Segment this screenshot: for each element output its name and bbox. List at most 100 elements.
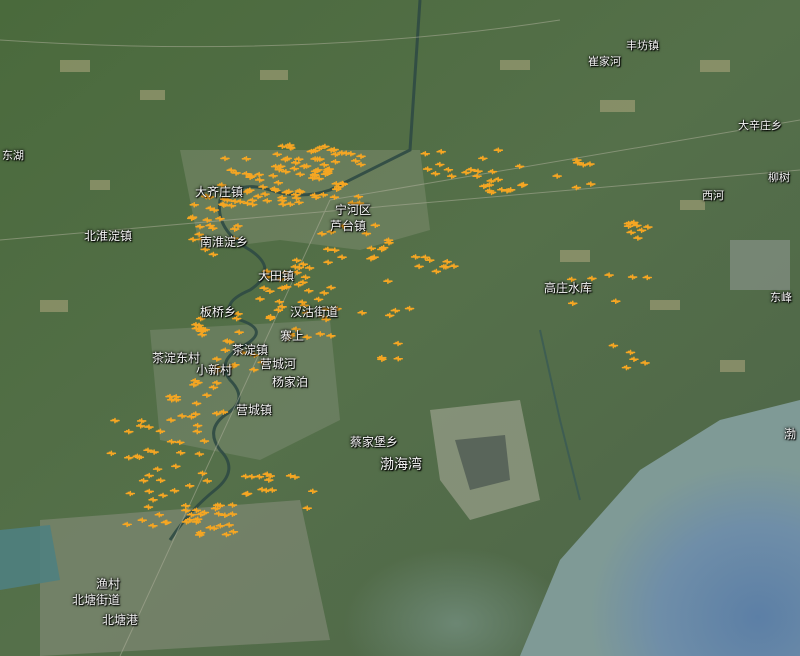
aircraft-marker <box>148 522 158 529</box>
place-label: 东湖 <box>2 149 24 162</box>
place-label: 东峰 <box>770 291 792 304</box>
place-label: 丰坊镇 <box>626 39 659 52</box>
aircraft-marker <box>350 158 361 164</box>
aircraft-marker <box>461 169 471 176</box>
aircraft-marker <box>255 296 265 302</box>
aircraft-marker <box>165 393 175 400</box>
aircraft-marker <box>586 181 596 187</box>
aircraft-marker <box>273 179 284 186</box>
aircraft-marker <box>390 307 401 314</box>
aircraft-marker <box>249 366 259 373</box>
aircraft-marker <box>435 161 445 168</box>
aircraft-marker <box>123 454 134 461</box>
aircraft-marker <box>220 155 230 162</box>
aircraft-marker <box>110 417 120 424</box>
aircraft-marker <box>106 450 117 457</box>
aircraft-marker <box>604 272 614 278</box>
place-label: 北淮淀镇 <box>84 229 133 243</box>
place-label: 茶淀东村 <box>152 351 201 365</box>
aircraft-marker <box>319 290 330 296</box>
aircraft-marker <box>431 268 442 275</box>
aircraft-marker <box>383 278 393 284</box>
aircraft-marker <box>212 380 222 386</box>
aircraft-marker <box>315 331 326 337</box>
aircraft-marker <box>175 449 186 456</box>
place-label: 北塘港 <box>102 613 139 627</box>
place-label: 茶淀镇 <box>232 343 269 357</box>
place-label: 大齐庄镇 <box>195 185 244 199</box>
place-label: 汉沽街道 <box>290 305 339 319</box>
aircraft-marker <box>323 259 333 266</box>
aircraft-marker <box>304 265 315 271</box>
aircraft-marker <box>572 157 582 163</box>
aircraft-marker <box>220 347 231 354</box>
aircraft-marker <box>608 342 619 349</box>
aircraft-marker <box>627 274 638 280</box>
place-label: 营城镇 <box>236 403 273 417</box>
aircraft-marker <box>135 423 146 429</box>
aircraft-marker <box>197 470 208 477</box>
aircraft-marker <box>353 193 364 200</box>
place-label: 蔡家堡乡 <box>350 435 399 449</box>
aircraft-marker <box>186 413 197 420</box>
aircraft-marker <box>304 287 314 294</box>
aircraft-marker <box>122 521 132 528</box>
aircraft-marker <box>148 496 158 503</box>
aircraft-marker <box>258 184 268 190</box>
aircraft-marker <box>410 254 421 260</box>
aircraft-marker <box>300 274 311 281</box>
aircraft-marker <box>188 236 198 243</box>
aircraft-marker <box>326 284 336 291</box>
aircraft-marker <box>224 522 234 528</box>
aircraft-marker <box>240 473 251 480</box>
aircraft-marker <box>552 173 562 179</box>
aircraft-marker <box>277 304 287 310</box>
aircraft-marker <box>420 150 431 157</box>
aircraft-marker <box>640 360 650 366</box>
aircraft-marker <box>319 162 330 168</box>
aircraft-marker <box>493 147 504 153</box>
place-label: 高庄水库 <box>544 281 593 295</box>
aircraft-marker <box>177 413 187 419</box>
aircraft-marker <box>254 177 265 183</box>
aircraft-marker <box>442 258 452 265</box>
aircraft-marker <box>136 418 147 424</box>
aircraft-marker <box>274 298 285 305</box>
aircraft-marker <box>383 237 394 244</box>
aircraft-marker <box>253 193 263 200</box>
aircraft-marker <box>234 329 244 336</box>
place-label: 大田镇 <box>258 269 295 283</box>
aircraft-marker <box>190 411 201 417</box>
marker-layer <box>106 142 653 538</box>
aircraft-marker <box>302 334 312 340</box>
place-label: 宁河区 <box>335 203 372 217</box>
aircraft-marker <box>189 382 199 388</box>
aircraft-marker <box>292 269 302 276</box>
aircraft-marker <box>302 505 313 511</box>
aircraft-marker <box>636 227 647 234</box>
place-label: 小新村 <box>196 363 233 377</box>
aircraft-marker <box>264 477 274 483</box>
aircraft-marker <box>192 422 203 429</box>
aircraft-marker <box>197 331 207 338</box>
aircraft-marker <box>642 274 653 281</box>
aircraft-marker <box>291 257 302 264</box>
aircraft-marker <box>195 223 205 230</box>
aircraft-marker <box>273 307 284 314</box>
aircraft-marker <box>587 275 597 282</box>
aircraft-marker <box>215 523 226 529</box>
aircraft-marker <box>202 217 213 223</box>
aircraft-marker <box>298 261 309 268</box>
place-label: 渤 <box>784 427 797 441</box>
aircraft-marker <box>241 491 252 497</box>
aircraft-marker <box>191 507 202 514</box>
aircraft-marker <box>294 199 304 206</box>
aircraft-marker <box>436 148 446 155</box>
aircraft-marker <box>191 400 202 407</box>
aircraft-marker <box>184 483 195 489</box>
place-label: 寨上 <box>280 329 305 343</box>
aircraft-marker <box>143 504 154 510</box>
satellite-map[interactable]: 丰坊镇 崔家河 大齐庄镇 宁河区 芦台镇 北淮淀镇 南淮淀乡 大田镇 板桥乡 汉… <box>0 0 800 656</box>
aircraft-marker <box>227 511 238 517</box>
aircraft-marker <box>227 502 238 508</box>
